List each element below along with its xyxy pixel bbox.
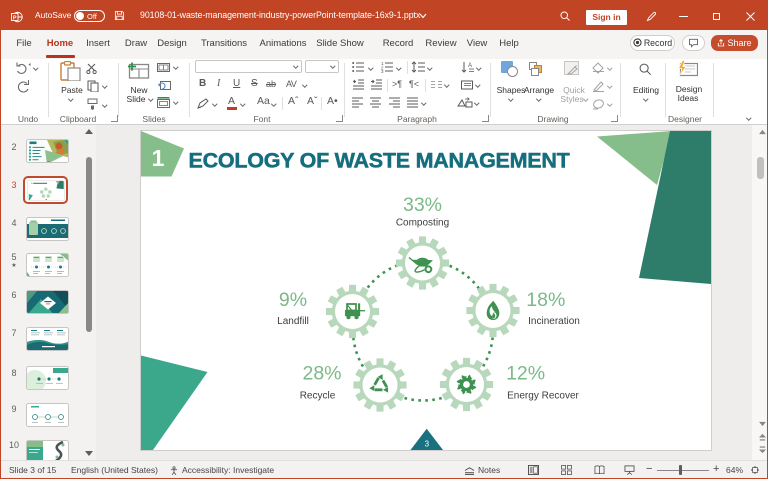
svg-text:18%: 18% xyxy=(526,289,565,311)
svg-text:A: A xyxy=(468,63,472,69)
svg-text:3: 3 xyxy=(381,69,384,73)
svg-text:Incineration: Incineration xyxy=(528,316,580,327)
svg-text:ECOLOGY OF WASTE MANAGEMENT: ECOLOGY OF WASTE MANAGEMENT xyxy=(189,149,570,173)
svg-text:3: 3 xyxy=(425,440,430,449)
svg-text:28%: 28% xyxy=(302,363,341,385)
svg-text:P: P xyxy=(13,15,17,21)
svg-text:Recycle: Recycle xyxy=(300,391,336,402)
svg-text:Energy Recover: Energy Recover xyxy=(507,391,579,402)
svg-text:Landfill: Landfill xyxy=(277,316,309,327)
svg-text:33%: 33% xyxy=(403,194,442,216)
svg-text:1: 1 xyxy=(152,145,165,171)
svg-text:9%: 9% xyxy=(279,289,307,311)
svg-text:12%: 12% xyxy=(506,363,545,385)
svg-text:Composting: Composting xyxy=(396,218,449,229)
